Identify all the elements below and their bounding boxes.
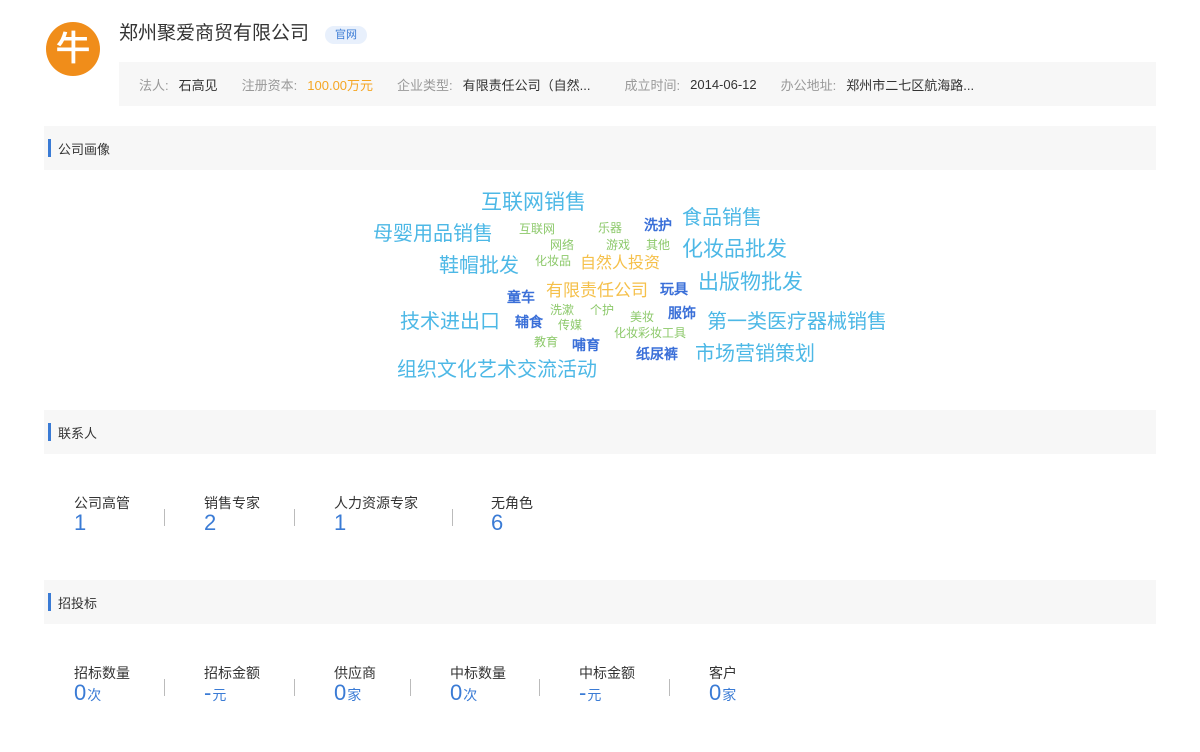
stat-value[interactable]: 0次 [74,680,101,706]
stat-value[interactable]: 0次 [450,680,477,706]
stat-divider [164,679,165,696]
cloud-word[interactable]: 乐器 [598,222,622,234]
cloud-word[interactable]: 哺育 [572,338,600,352]
office-address-value: 郑州市二七区航海路... [846,77,975,93]
official-website-tag[interactable]: 官网 [325,26,367,44]
section-header-bidding: 招投标 [44,580,1156,624]
registered-capital-value: 100.00万元 [307,77,374,93]
stat-number: - [204,680,212,705]
section-title: 招投标 [58,595,98,611]
stat-unit: 元 [212,687,227,703]
section-header-portrait: 公司画像 [44,126,1156,170]
cloud-word[interactable]: 鞋帽批发 [439,256,519,276]
cloud-word[interactable]: 互联网销售 [481,192,586,213]
stat-number: 0 [709,680,722,705]
established-date-value: 2014-06-12 [690,76,757,92]
stat-divider [294,679,295,696]
legal-person-value[interactable]: 石高见 [179,75,218,94]
info-label: 注册资本: [241,77,298,93]
stat-unit: 次 [87,687,102,703]
cloud-word[interactable]: 组织文化艺术交流活动 [397,360,597,380]
stat-divider [410,679,411,696]
company-name: 郑州聚爱商贸有限公司 [119,23,310,44]
stat-value[interactable]: 1 [74,510,86,536]
cloud-word[interactable]: 市场营销策划 [695,344,815,364]
stat-value[interactable]: 0家 [334,680,361,706]
stat-unit: 元 [587,687,602,703]
cloud-word[interactable]: 互联网 [519,223,555,235]
cloud-word[interactable]: 传媒 [558,319,582,331]
stat-value[interactable]: 2 [204,510,216,536]
cloud-word[interactable]: 辅食 [515,315,543,329]
cloud-word[interactable]: 教育 [534,336,558,348]
section-accent-bar [48,139,51,157]
info-label: 成立时间: [624,77,681,93]
cloud-word[interactable]: 出版物批发 [698,272,803,293]
cloud-word[interactable]: 游戏 [606,239,630,251]
stat-number: 0 [450,680,463,705]
stat-unit: 家 [347,687,362,703]
section-title: 公司画像 [58,141,111,157]
cloud-word[interactable]: 化妆彩妆工具 [614,327,686,339]
stat-number: 0 [334,680,347,705]
cloud-word[interactable]: 玩具 [660,282,688,296]
info-label: 法人: [139,77,169,93]
cloud-word[interactable]: 个护 [590,304,614,316]
cloud-word[interactable]: 化妆品批发 [682,239,787,260]
stat-label: 人力资源专家 [334,495,418,511]
stat-unit: 家 [722,687,737,703]
stat-divider [452,509,453,526]
stat-unit: 次 [463,687,478,703]
section-accent-bar [48,593,51,611]
company-logo: 牛 [46,22,100,76]
cloud-word[interactable]: 第一类医疗器械销售 [707,312,887,332]
cloud-word[interactable]: 网络 [550,239,574,251]
company-type-field: 企业类型: 有限责任公司（自然... [397,75,590,94]
established-date-field: 成立时间: 2014-06-12 [625,75,757,94]
stat-value[interactable]: 0家 [709,680,736,706]
section-title: 联系人 [58,425,98,441]
cloud-word[interactable]: 有限责任公司 [546,282,648,299]
stat-divider [539,679,540,696]
stat-number: - [579,680,587,705]
stat-divider [669,679,670,696]
section-header-contacts: 联系人 [44,410,1156,454]
cloud-word[interactable]: 童车 [507,290,535,304]
stat-value[interactable]: -元 [579,680,601,706]
cloud-word[interactable]: 洗漱 [550,304,574,316]
company-word-cloud: 互联网销售 母婴用品销售 互联网 乐器 洗护 食品销售 网络 游戏 其他 化妆品… [0,170,1200,400]
office-address-field: 办公地址: 郑州市二七区航海路... [781,75,974,94]
info-label: 办公地址: [780,77,837,93]
cloud-word[interactable]: 美妆 [630,311,654,323]
registered-capital-field: 注册资本: 100.00万元 [242,75,373,94]
company-info-bar: 法人: 石高见 注册资本: 100.00万元 企业类型: 有限责任公司（自然..… [119,62,1156,106]
stat-value[interactable]: 1 [334,510,346,536]
stat-number: 0 [74,680,87,705]
cloud-word[interactable]: 洗护 [644,218,672,232]
stat-divider [164,509,165,526]
section-accent-bar [48,423,51,441]
cloud-word[interactable]: 自然人投资 [580,256,660,272]
cloud-word[interactable]: 其他 [646,239,670,251]
company-type-value: 有限责任公司（自然... [462,77,591,93]
info-label: 企业类型: [397,77,453,93]
stat-value[interactable]: -元 [204,680,226,706]
legal-person-field: 法人: 石高见 [139,75,218,94]
cloud-word[interactable]: 食品销售 [682,208,762,228]
cloud-word[interactable]: 服饰 [668,306,696,320]
cloud-word[interactable]: 技术进出口 [400,312,500,332]
cloud-word[interactable]: 母婴用品销售 [373,224,493,244]
cloud-word[interactable]: 化妆品 [535,255,571,267]
stat-value[interactable]: 6 [491,510,503,536]
cloud-word[interactable]: 纸尿裤 [636,347,678,361]
stat-divider [294,509,295,526]
